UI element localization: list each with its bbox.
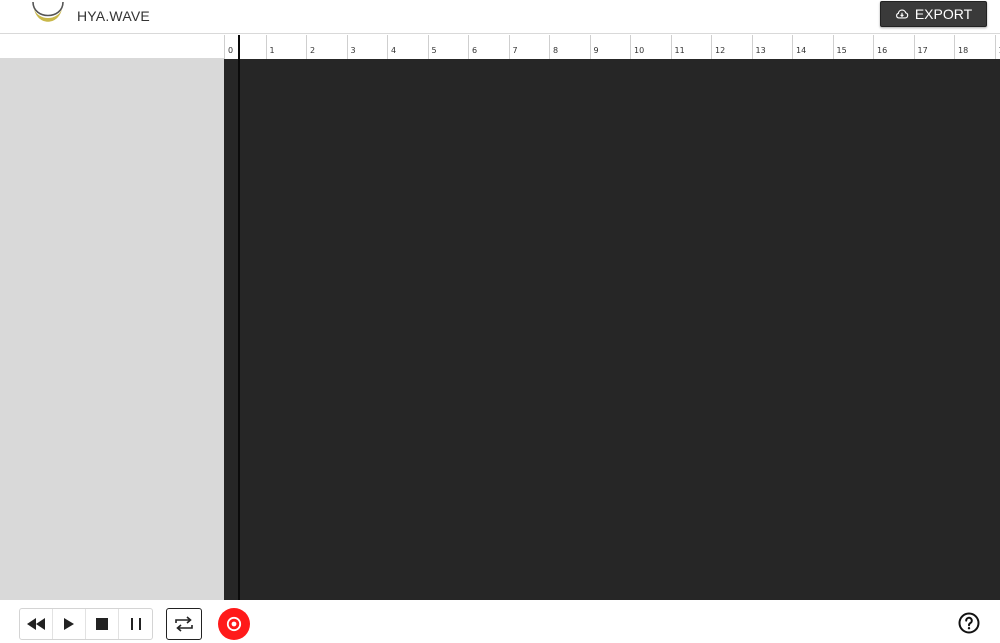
ruler-tick-2: 2	[306, 35, 315, 59]
ruler-tick-6: 6	[468, 35, 477, 59]
ruler-tick-17: 17	[913, 35, 928, 59]
transport-bar	[0, 600, 1000, 643]
ruler-tick-14: 14	[792, 35, 806, 59]
playhead[interactable]	[238, 35, 240, 600]
ruler-tick-13: 13	[751, 35, 766, 59]
help-icon[interactable]	[958, 612, 980, 634]
stop-button[interactable]	[86, 609, 119, 639]
rewind-icon	[27, 618, 45, 630]
ruler-tick-0: 0	[228, 46, 234, 55]
ruler-spacer	[0, 35, 224, 59]
export-label: EXPORT	[914, 6, 973, 22]
export-button[interactable]: EXPORT	[880, 1, 987, 27]
ruler-tick-3: 3	[346, 35, 356, 59]
loop-icon	[175, 616, 193, 632]
ruler-tick-10: 10	[630, 35, 644, 59]
cloud-download-icon	[895, 9, 909, 19]
loop-button[interactable]	[166, 608, 202, 640]
ruler-tick-19: 19	[994, 35, 1000, 59]
ruler-tick-11: 11	[670, 35, 685, 59]
track-list-panel[interactable]	[0, 59, 224, 600]
app-header: HYA.WAVE EXPORT	[0, 0, 1000, 34]
pause-button[interactable]	[119, 609, 152, 639]
stop-icon	[96, 618, 108, 630]
timeline-ruler[interactable]: 012345678910111213141516171819	[224, 35, 1000, 59]
ruler-tick-16: 16	[873, 35, 887, 59]
record-icon	[226, 616, 242, 632]
pause-icon	[130, 618, 141, 630]
play-button[interactable]	[53, 609, 86, 639]
ruler-tick-18: 18	[954, 35, 968, 59]
play-icon	[64, 618, 74, 630]
record-button[interactable]	[218, 608, 250, 640]
ruler-tick-9: 9	[589, 35, 599, 59]
ruler-tick-4: 4	[387, 35, 396, 59]
app-logo-icon	[32, 1, 64, 22]
ruler-tick-5: 5	[427, 35, 437, 59]
ruler-tick-12: 12	[711, 35, 725, 59]
app-title: HYA.WAVE	[77, 8, 150, 24]
ruler-tick-1: 1	[265, 35, 275, 59]
transport-controls	[19, 608, 153, 640]
ruler-tick-15: 15	[832, 35, 847, 59]
ruler-tick-8: 8	[549, 35, 558, 59]
ruler-tick-7: 7	[508, 35, 518, 59]
rewind-button[interactable]	[20, 609, 53, 639]
timeline-canvas[interactable]	[224, 59, 1000, 600]
